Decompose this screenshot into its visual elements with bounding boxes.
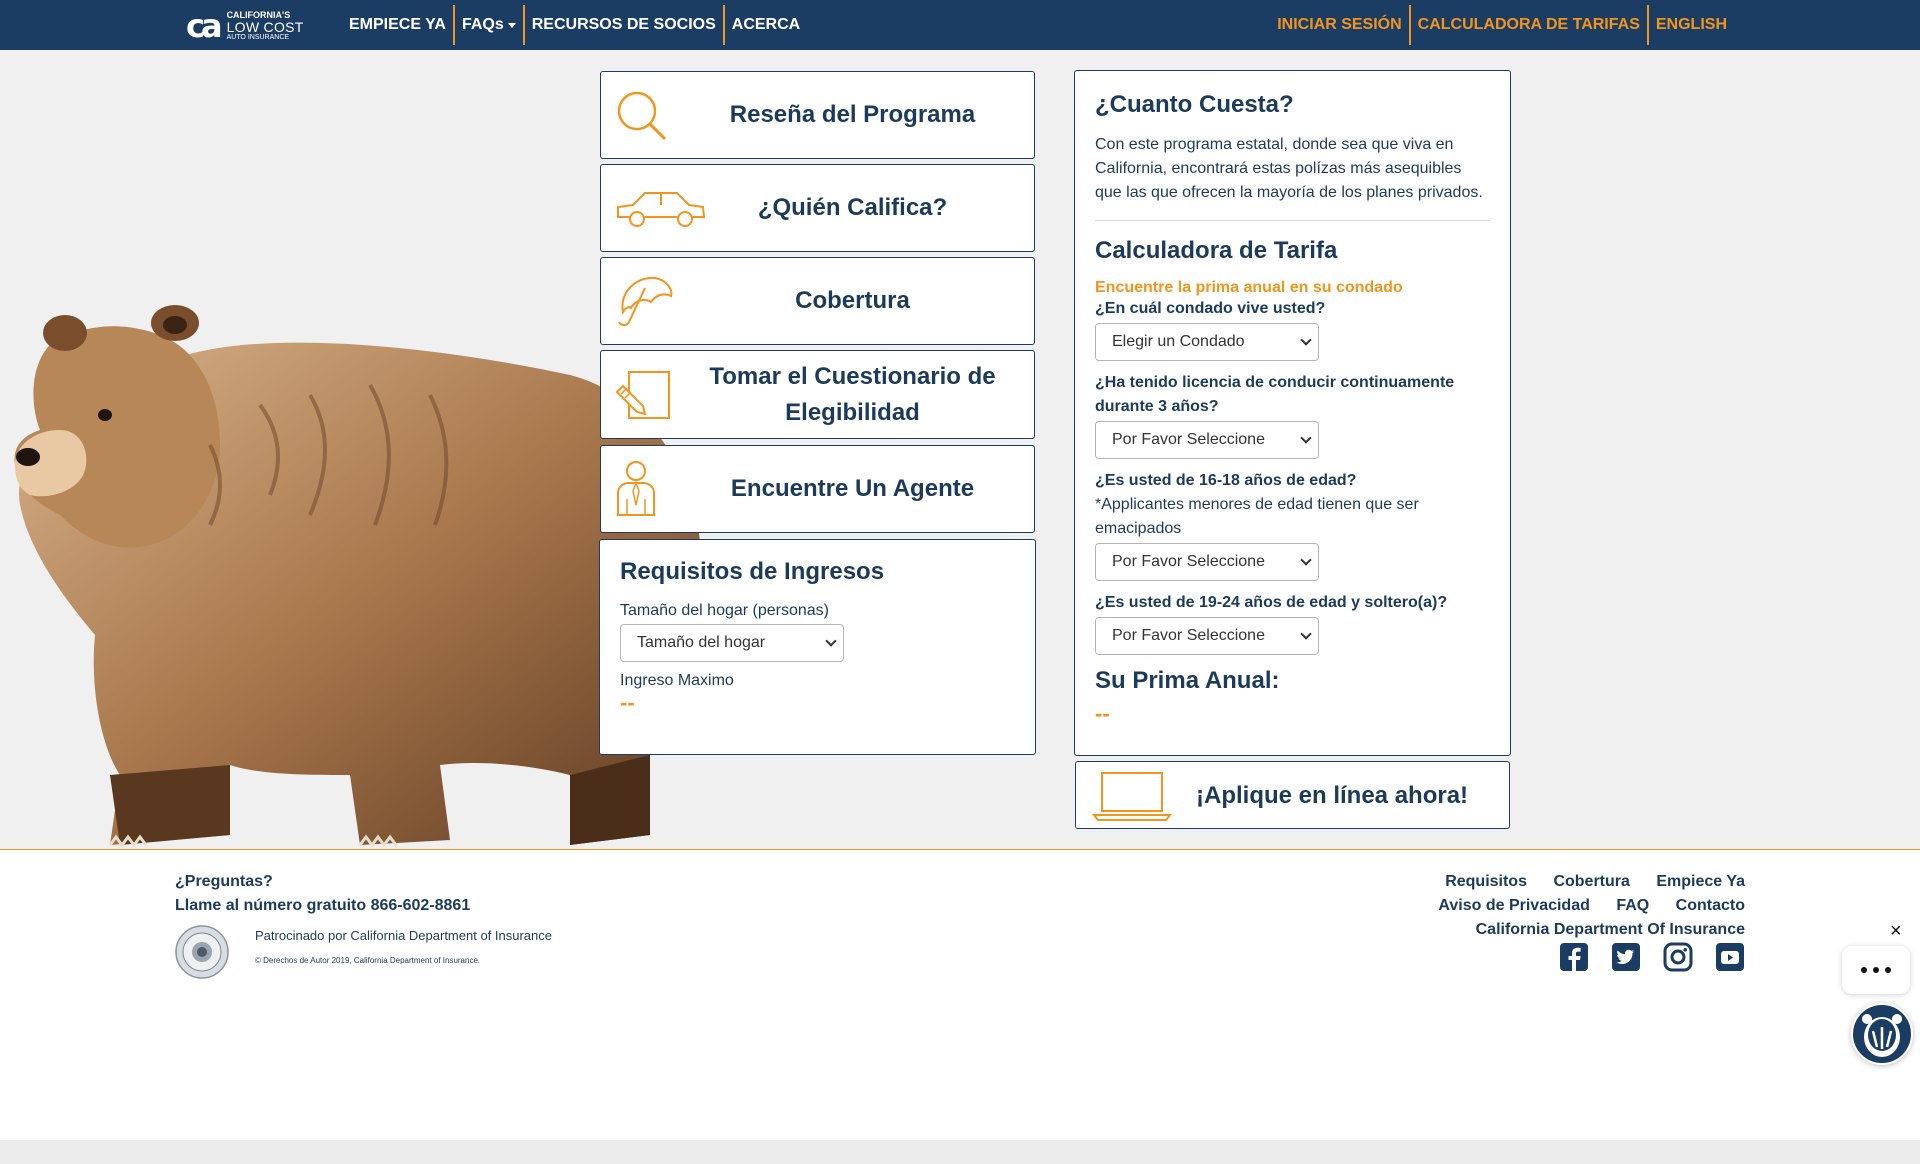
footer: ¿Preguntas? Llame al número gratuito 866… [0,849,1920,1140]
laptop-icon [1092,772,1172,821]
license-question: ¿Ha tenido licencia de conducir continua… [1095,374,1455,415]
footer-copyright: © Derechos de Autor 2019, California Dep… [255,956,481,965]
card-resena-programa[interactable]: Reseña del Programa [600,71,1035,159]
nav-faqs-dropdown[interactable]: FAQs [452,5,523,45]
emancipated-note: *Applicantes menores de edad tienen que … [1095,496,1419,537]
chat-typing-bubble[interactable] [1842,946,1910,994]
income-title: Requisitos de Ingresos [620,558,885,585]
footer-phone[interactable]: Llame al número gratuito 866-602-8861 [175,894,470,918]
age-19-24-select[interactable]: Por Favor Seleccione [1095,617,1319,655]
income-requirements-panel: Requisitos de Ingresos Tamaño del hogar … [599,539,1036,755]
age-19-24-question: ¿Es usted de 19-24 años de edad y solter… [1095,594,1448,611]
footer-link-cobertura[interactable]: Cobertura [1553,873,1629,890]
premium-label: Su Prima Anual: [1095,667,1280,694]
car-icon [617,192,706,227]
chevron-down-icon [1300,432,1312,444]
chat-close-icon[interactable]: × [1890,920,1902,943]
bottom-strip [0,1140,1920,1164]
age-16-18-select[interactable]: Por Favor Seleccione [1095,543,1319,581]
apply-online-button[interactable]: ¡Aplique en línea ahora! [1075,761,1510,829]
nav-empiece-ya[interactable]: EMPIECE YA [342,5,453,45]
card-quien-califica[interactable]: ¿Quién Califica? [600,164,1035,252]
logo-line-2: LOW COST [226,19,304,35]
card-encuentre-agente[interactable]: Encuentre Un Agente [600,445,1035,533]
chevron-down-icon [825,635,837,647]
chevron-down-icon [1300,334,1312,346]
calculator-subtitle: Encuentre la prima anual en su condado [1095,279,1403,296]
logo-mark: ca [186,7,223,45]
premium-value: -- [1095,701,1110,726]
umbrella-icon [618,276,673,326]
card-title: Encuentre Un Agente [730,475,975,502]
age-16-18-question: ¿Es usted de 16-18 años de edad? [1095,472,1357,489]
facebook-icon[interactable] [1559,942,1589,972]
top-navbar: ca CALIFORNIA'S LOW COST AUTO INSURANCE … [0,0,1920,50]
calculator-title: Calculadora de Tarifa [1095,237,1338,264]
nav-calculadora-tarifas[interactable]: CALCULADORA DE TARIFAS [1408,5,1647,45]
nav-iniciar-sesion[interactable]: INICIAR SESIÓN [1270,5,1408,45]
footer-questions: ¿Preguntas? [175,873,273,890]
nav-left: EMPIECE YA FAQs RECURSOS DE SOCIOS ACERC… [342,5,807,45]
youtube-icon[interactable] [1715,942,1745,972]
nav-right: INICIAR SESIÓN CALCULADORA DE TARIFAS EN… [1270,5,1734,45]
county-question: ¿En cuál condado vive usted? [1095,300,1326,317]
household-label: Tamaño del hogar (personas) [620,602,830,619]
site-logo[interactable]: ca CALIFORNIA'S LOW COST AUTO INSURANCE [186,9,324,43]
divider [1095,220,1490,221]
pencil-paper-icon [615,370,670,419]
nav-english[interactable]: ENGLISH [1646,5,1734,45]
footer-link-empiece-ya[interactable]: Empiece Ya [1656,873,1745,890]
max-income-label: Ingreso Maximo [620,672,734,689]
footer-link-faq[interactable]: FAQ [1616,897,1649,914]
footer-link-cdi[interactable]: California Department Of Insurance [1476,921,1745,938]
footer-link-privacidad[interactable]: Aviso de Privacidad [1438,897,1589,914]
cost-text: Con este programa estatal, donde sea que… [1095,136,1483,201]
bear-mascot-icon [1862,1014,1902,1057]
agent-icon [617,461,655,516]
nav-recursos-socios[interactable]: RECURSOS DE SOCIOS [522,5,723,45]
county-select[interactable]: Elegir un Condado [1095,323,1319,361]
social-links [1559,942,1745,972]
nav-acerca[interactable]: ACERCA [722,5,807,45]
apply-title: ¡Aplique en línea ahora! [1196,782,1469,809]
footer-link-contacto[interactable]: Contacto [1676,897,1745,914]
footer-sponsor: Patrocinado por California Department of… [255,928,552,943]
card-cobertura[interactable]: Cobertura [600,257,1035,345]
magnifier-icon [617,91,667,141]
household-size-select[interactable]: Tamaño del hogar [620,624,844,662]
footer-link-requisitos[interactable]: Requisitos [1445,873,1527,890]
max-income-value: -- [620,690,635,715]
card-cuestionario-elegibilidad[interactable]: Tomar el Cuestionario de Elegibilidad [600,350,1035,439]
chevron-down-icon [1300,554,1312,566]
license-select[interactable]: Por Favor Seleccione [1095,421,1319,459]
cdi-seal-icon [175,925,229,979]
chevron-down-icon [1300,628,1312,640]
twitter-icon[interactable] [1611,942,1641,972]
cost-title: ¿Cuanto Cuesta? [1095,91,1294,118]
caret-down-icon [507,22,516,28]
chat-avatar-button[interactable] [1851,1003,1913,1065]
rate-calculator-panel: ¿Cuanto Cuesta? Con este programa estata… [1074,70,1511,756]
instagram-icon[interactable] [1663,942,1693,972]
logo-line-3: AUTO INSURANCE [226,34,290,41]
